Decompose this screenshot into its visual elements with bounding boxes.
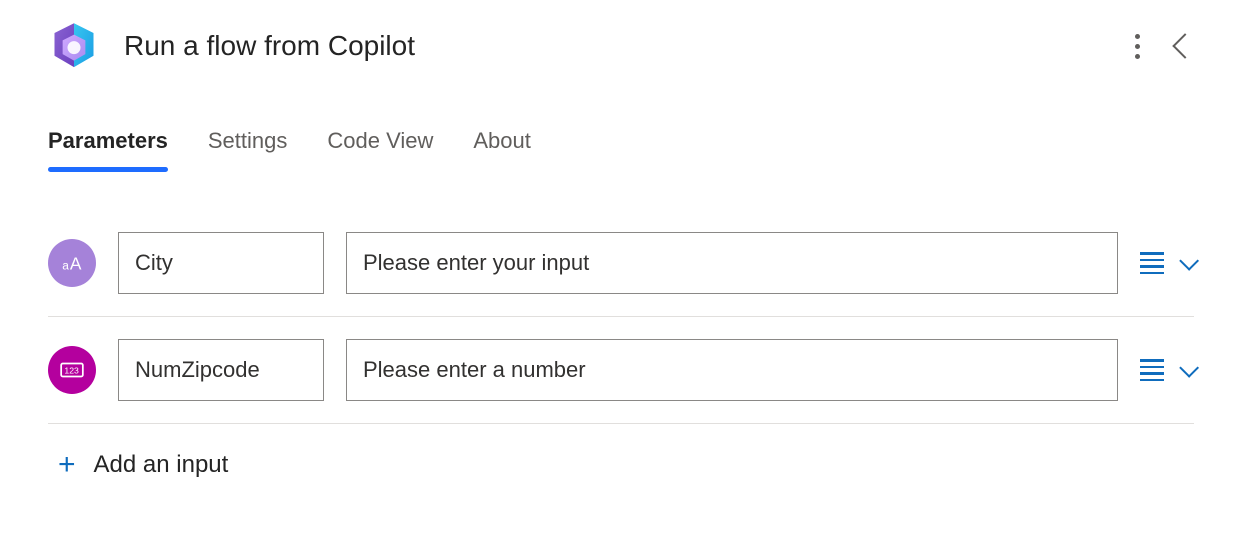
parameter-row: 123	[48, 317, 1194, 424]
collapse-panel-icon[interactable]	[1172, 33, 1197, 58]
copilot-logo-icon	[48, 20, 100, 72]
svg-text:123: 123	[64, 365, 79, 375]
parameter-name-input[interactable]	[118, 339, 324, 401]
expand-row-icon[interactable]	[1179, 251, 1199, 271]
expand-row-icon[interactable]	[1179, 358, 1199, 378]
parameter-row: a A	[48, 210, 1194, 317]
parameter-value-input[interactable]	[346, 232, 1118, 294]
plus-icon: +	[58, 450, 76, 480]
tab-code-view[interactable]: Code View	[327, 128, 433, 170]
tabs: Parameters Settings Code View About	[48, 128, 1194, 170]
add-input-button[interactable]: + Add an input	[48, 424, 1194, 506]
parameter-name-input[interactable]	[118, 232, 324, 294]
add-input-label: Add an input	[94, 451, 229, 479]
panel-header: Run a flow from Copilot	[48, 20, 1194, 72]
parameter-value-input[interactable]	[346, 339, 1118, 401]
format-options-icon[interactable]	[1140, 359, 1164, 381]
panel-title: Run a flow from Copilot	[124, 30, 1107, 62]
svg-text:A: A	[70, 254, 82, 274]
text-type-icon: a A	[48, 239, 96, 287]
tab-about[interactable]: About	[473, 128, 531, 170]
tab-settings[interactable]: Settings	[208, 128, 288, 170]
format-options-icon[interactable]	[1140, 252, 1164, 274]
more-options-icon[interactable]	[1131, 30, 1144, 63]
tab-parameters[interactable]: Parameters	[48, 128, 168, 170]
number-type-icon: 123	[48, 346, 96, 394]
svg-text:a: a	[62, 259, 69, 273]
